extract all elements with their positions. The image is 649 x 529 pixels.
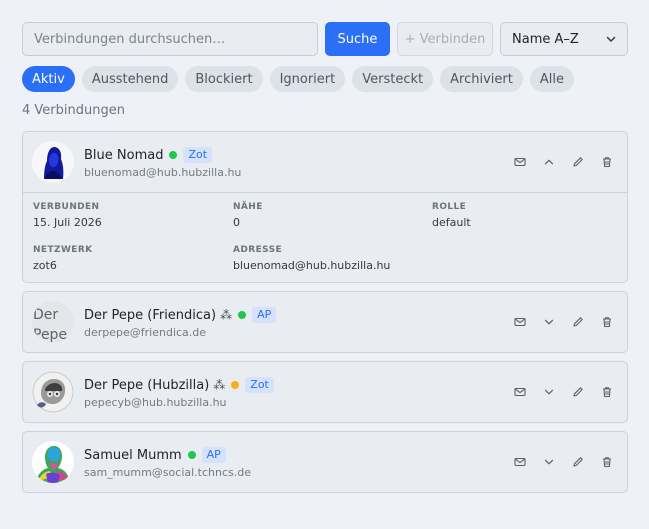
detail-label: NETZWERK xyxy=(33,245,93,255)
envelope-icon[interactable] xyxy=(513,455,527,469)
connection-name[interactable]: Der Pepe (Friendica) xyxy=(84,308,216,323)
connection-address: derpepe@friendica.de xyxy=(84,326,207,339)
connect-button[interactable]: + Verbinden xyxy=(397,22,493,56)
protocol-badge: AP xyxy=(252,307,277,323)
connection-details: VERBUNDEN 15. Juli 2026 NÄHE 0 ROLLE def… xyxy=(23,192,627,282)
detail-label: ROLLE xyxy=(432,202,467,212)
status-online-dot xyxy=(238,311,247,319)
tab-alle[interactable]: Alle xyxy=(529,66,574,92)
pencil-icon[interactable] xyxy=(571,315,585,329)
detail-label: NÄHE xyxy=(233,202,263,212)
connection-card: Blue Nomad Zot bluenomad@hub.hubzilla.hu… xyxy=(22,131,628,283)
avatar-image xyxy=(32,441,74,483)
detail-value: bluenomad@hub.hubzilla.hu xyxy=(233,259,391,272)
protocol-badge: AP xyxy=(201,447,226,463)
pencil-icon[interactable] xyxy=(571,385,585,399)
tab-aktiv[interactable]: Aktiv xyxy=(22,66,75,92)
detail-value: default xyxy=(432,216,471,229)
search-input[interactable] xyxy=(22,22,318,56)
detail-role: ROLLE default xyxy=(432,202,471,229)
tab-versteckt[interactable]: Versteckt xyxy=(352,66,434,92)
fediverse-icon: ⁂ xyxy=(213,378,226,392)
connection-name[interactable]: Blue Nomad xyxy=(84,148,163,163)
connection-card-header[interactable]: Der Pepe (Hubzilla) ⁂ Zot pepecyb@hub.hu… xyxy=(23,362,627,422)
avatar xyxy=(32,371,74,413)
detail-network: NETZWERK zot6 xyxy=(33,245,93,272)
detail-closeness: NÄHE 0 xyxy=(233,202,263,229)
toolbar: Suche + Verbinden Name A–Z xyxy=(22,22,628,56)
search-button[interactable]: Suche xyxy=(325,22,390,56)
connection-address: sam_mumm@social.tchncs.de xyxy=(84,466,251,479)
tab-ignoriert[interactable]: Ignoriert xyxy=(269,66,346,92)
connection-card: Der Pepe (Hubzilla) ⁂ Zot pepecyb@hub.hu… xyxy=(22,361,628,423)
connection-name-line: Der Pepe (Friendica) ⁂ AP xyxy=(84,306,277,324)
detail-connected: VERBUNDEN 15. Juli 2026 xyxy=(33,202,102,229)
connection-card-header[interactable]: Samuel Mumm AP sam_mumm@social.tchncs.de xyxy=(23,432,627,492)
avatar xyxy=(32,441,74,483)
connection-card-header[interactable]: Der Pepe Der Pepe (Friendica) ⁂ AP derpe… xyxy=(23,292,627,352)
chevron-down-icon xyxy=(606,36,616,42)
protocol-badge: Zot xyxy=(183,147,213,163)
connection-card: Samuel Mumm AP sam_mumm@social.tchncs.de xyxy=(22,431,628,493)
trash-icon[interactable] xyxy=(600,385,614,399)
tab-archiviert[interactable]: Archiviert xyxy=(440,66,523,92)
detail-address: ADRESSE bluenomad@hub.hubzilla.hu xyxy=(233,245,390,272)
fediverse-icon: ⁂ xyxy=(220,308,233,322)
card-actions xyxy=(498,315,614,329)
connection-card: Der Pepe Der Pepe (Friendica) ⁂ AP derpe… xyxy=(22,291,628,353)
detail-label: ADRESSE xyxy=(233,245,283,255)
avatar-text: Der Pepe xyxy=(33,307,68,343)
connection-name-line: Samuel Mumm AP xyxy=(84,446,226,464)
detail-label: VERBUNDEN xyxy=(33,202,100,212)
chevron-down-icon[interactable] xyxy=(542,385,556,399)
avatar xyxy=(32,141,74,183)
connection-count: 4 Verbindungen xyxy=(22,103,125,118)
trash-icon[interactable] xyxy=(600,455,614,469)
envelope-icon[interactable] xyxy=(513,155,527,169)
connection-name[interactable]: Samuel Mumm xyxy=(84,448,182,463)
detail-value: zot6 xyxy=(33,259,57,272)
connection-address: bluenomad@hub.hubzilla.hu xyxy=(84,166,242,179)
avatar-image xyxy=(32,141,74,183)
avatar: Der Pepe xyxy=(32,301,74,343)
pencil-icon[interactable] xyxy=(571,455,585,469)
connection-name-line: Der Pepe (Hubzilla) ⁂ Zot xyxy=(84,376,274,394)
envelope-icon[interactable] xyxy=(513,385,527,399)
tab-ausstehend[interactable]: Ausstehend xyxy=(81,66,179,92)
card-actions xyxy=(498,455,614,469)
trash-icon[interactable] xyxy=(600,315,614,329)
connection-name-line: Blue Nomad Zot xyxy=(84,146,213,164)
trash-icon[interactable] xyxy=(600,155,614,169)
card-actions xyxy=(498,155,614,169)
card-actions xyxy=(498,385,614,399)
status-away-dot xyxy=(231,381,240,389)
connection-name[interactable]: Der Pepe (Hubzilla) xyxy=(84,378,209,393)
pencil-icon[interactable] xyxy=(571,155,585,169)
detail-value: 15. Juli 2026 xyxy=(33,216,102,229)
envelope-icon[interactable] xyxy=(513,315,527,329)
protocol-badge: Zot xyxy=(245,377,274,393)
chevron-up-icon[interactable] xyxy=(542,155,556,169)
chevron-down-icon[interactable] xyxy=(542,455,556,469)
status-online-dot xyxy=(187,451,196,459)
connection-card-header[interactable]: Blue Nomad Zot bluenomad@hub.hubzilla.hu xyxy=(23,132,627,192)
chevron-down-icon[interactable] xyxy=(542,315,556,329)
tab-blockiert[interactable]: Blockiert xyxy=(185,66,263,92)
sort-select[interactable]: Name A–Z xyxy=(500,22,628,56)
sort-select-value: Name A–Z xyxy=(512,31,579,47)
status-online-dot xyxy=(169,151,178,159)
connection-address: pepecyb@hub.hubzilla.hu xyxy=(84,396,227,409)
avatar-image xyxy=(32,371,74,413)
detail-value: 0 xyxy=(233,216,240,229)
filter-tabs: Aktiv Ausstehend Blockiert Ignoriert Ver… xyxy=(22,66,581,92)
